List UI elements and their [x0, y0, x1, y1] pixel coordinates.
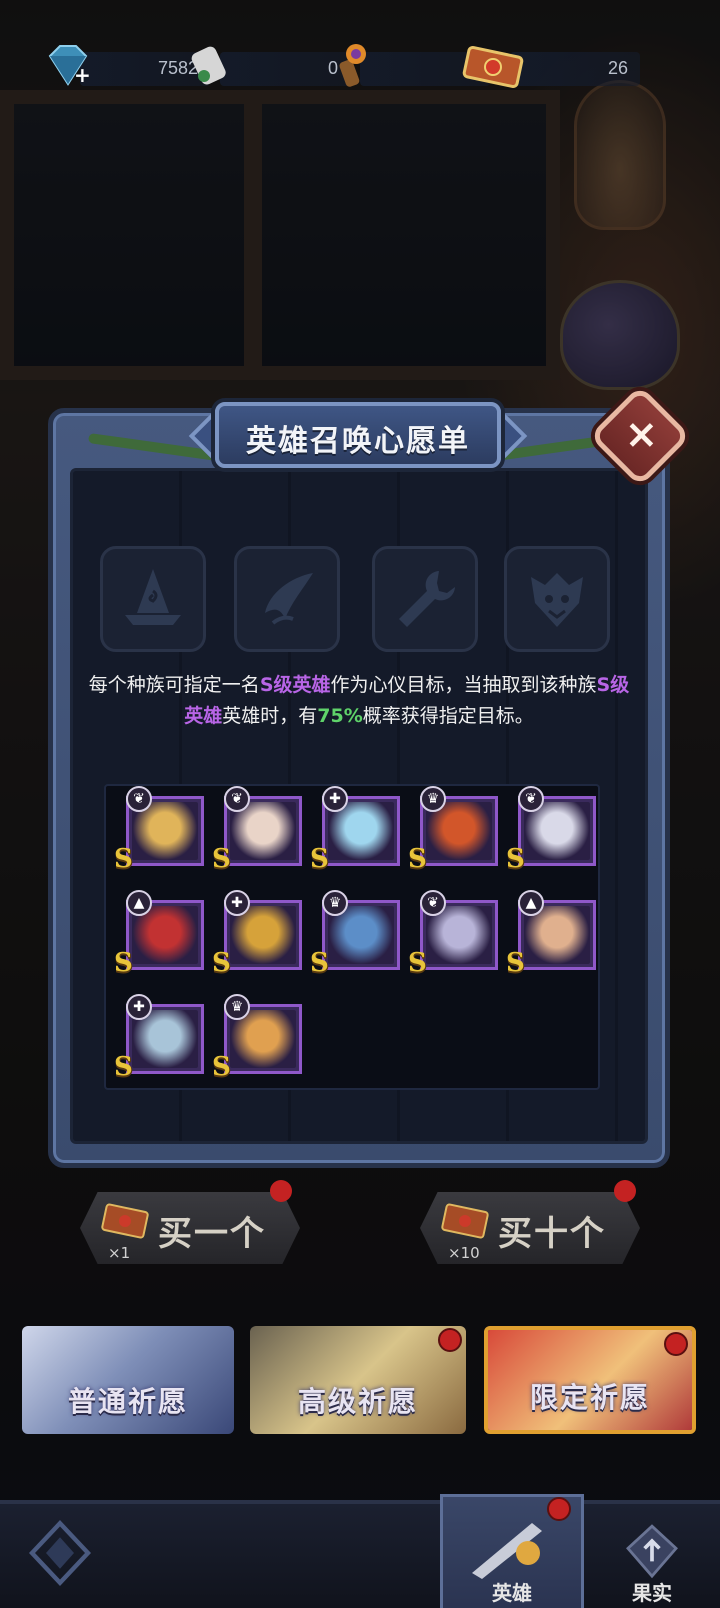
faction-tab-wing[interactable] [234, 546, 340, 652]
hero-rank-badge: S [114, 844, 133, 874]
desc-text-2: 作为心仪目标，当抽取到该种族 [330, 674, 597, 696]
notification-dot [547, 1497, 571, 1521]
ticket-icon [441, 1203, 489, 1239]
wrench-icon [399, 571, 455, 627]
panel-title: 英雄召唤心愿单 [246, 424, 470, 459]
hero-card[interactable]: ✚ S [310, 786, 400, 874]
hero-rank-badge: S [212, 948, 231, 978]
wing-race-icon: ❦ [224, 786, 250, 812]
torch-icon [339, 44, 366, 87]
notification-dot [270, 1180, 292, 1202]
nav-hero-label: 英雄 [492, 1581, 532, 1605]
wing-race-icon: ❦ [126, 786, 152, 812]
hero-card[interactable]: ▲ S [506, 890, 596, 978]
hero-card[interactable]: ❦ S [212, 786, 302, 874]
home-emblem-icon [28, 1520, 92, 1586]
hero-rank-badge: S [310, 844, 329, 874]
ticket-value: 26 [607, 58, 628, 78]
hero-card[interactable]: ❦ S [408, 890, 498, 978]
ticket-icon [462, 45, 524, 89]
hero-rank-badge: S [212, 844, 231, 874]
scroll-icon [191, 46, 226, 85]
notification-dot [438, 1328, 462, 1352]
beast-face-icon [531, 573, 583, 627]
faction-tabs [100, 546, 612, 654]
notification-dot [664, 1332, 688, 1356]
wizard-hat-icon [125, 569, 181, 625]
ticket-counter: 26 [510, 52, 640, 86]
wrench-race-icon: ✚ [322, 786, 348, 812]
mode-advanced-wish[interactable]: 高级祈愿 [250, 1326, 466, 1434]
buy-ten-button[interactable]: ×10 买十个 [420, 1180, 640, 1264]
title-plate: 英雄召唤心愿单 [188, 394, 528, 476]
beast-race-icon: ♛ [322, 890, 348, 916]
hero-sword-icon [472, 1523, 542, 1579]
hero-rank-badge: S [114, 948, 133, 978]
hero-rank-badge: S [408, 948, 427, 978]
wrench-race-icon: ✚ [224, 890, 250, 916]
svg-text:+: + [74, 63, 91, 87]
hero-card[interactable]: ♛ S [212, 994, 302, 1082]
faction-tab-beast[interactable] [504, 546, 610, 652]
mode-normal-label: 普通祈愿 [67, 1385, 188, 1418]
hero-card[interactable]: ❦ S [114, 786, 204, 874]
faction-tab-wizard[interactable] [100, 546, 206, 652]
hero-card[interactable]: ✚ S [212, 890, 302, 978]
wing-race-icon: ❦ [420, 890, 446, 916]
hero-card[interactable]: ✚ S [114, 994, 204, 1082]
desc-highlight-rate: 75% [317, 705, 363, 727]
desc-text-3: 英雄时，有 [222, 705, 318, 727]
nav-home[interactable] [20, 1504, 100, 1608]
buy-one-button[interactable]: ×1 买一个 [80, 1180, 300, 1264]
hero-rank-badge: S [506, 844, 525, 874]
hero-grid: ❦ S ❦ S ✚ S ♛ S ❦ S ▲ S ✚ S ♛ S ❦ S ▲ S ✚ S ♛ S [104, 784, 600, 1090]
hero-rank-badge: S [212, 1052, 231, 1082]
desc-text-1: 每个种族可指定一名 [88, 674, 260, 696]
desc-highlight-s-hero-1: S级英雄 [259, 674, 331, 696]
buy-one-count: ×1 [108, 1244, 131, 1262]
wing-race-icon: ❦ [518, 786, 544, 812]
diamond-icon: + [48, 45, 91, 87]
buy-one-label: 买一个 [158, 1214, 266, 1254]
mode-limited-label: 限定祈愿 [529, 1381, 650, 1414]
hero-card[interactable]: ♛ S [310, 890, 400, 978]
wishlist-panel: 英雄召唤心愿单 × 每个种族可指定一名S级英雄作为心仪目标，当抽取到该种族S级英… [48, 385, 691, 1168]
wishlist-description: 每个种族可指定一名S级英雄作为心仪目标，当抽取到该种族S级英雄英雄时，有75%概… [84, 670, 634, 732]
notification-dot [614, 1180, 636, 1202]
nav-hero[interactable]: 英雄 [440, 1494, 584, 1608]
nav-fruit[interactable]: 果实 [592, 1504, 712, 1608]
hero-rank-badge: S [310, 948, 329, 978]
close-icon: × [624, 411, 659, 458]
wizard-race-icon: ▲ [518, 890, 544, 916]
hero-rank-badge: S [114, 1052, 133, 1082]
hero-card[interactable]: ▲ S [114, 890, 204, 978]
ticket-icon [101, 1203, 149, 1239]
wrench-race-icon: ✚ [126, 994, 152, 1020]
mode-normal-wish[interactable]: 普通祈愿 [22, 1326, 234, 1434]
hero-rank-badge: S [506, 948, 525, 978]
mode-limited-wish[interactable]: 限定祈愿 [484, 1326, 696, 1434]
faction-tab-wrench[interactable] [372, 546, 478, 652]
desc-text-4: 概率获得指定目标。 [362, 705, 534, 727]
resource-bar: 7582 + 0 8 26 [40, 38, 640, 98]
mode-advanced-label: 高级祈愿 [297, 1385, 418, 1418]
bottom-nav: 英雄 果实 [0, 1494, 720, 1608]
wizard-race-icon: ▲ [126, 890, 152, 916]
wing-icon [265, 573, 313, 625]
hero-rank-badge: S [408, 844, 427, 874]
hero-card[interactable]: ♛ S [408, 786, 498, 874]
beast-race-icon: ♛ [420, 786, 446, 812]
buy-ten-label: 买十个 [498, 1214, 606, 1254]
nav-fruit-label: 果实 [632, 1581, 672, 1605]
buy-ten-count: ×10 [448, 1244, 480, 1262]
beast-race-icon: ♛ [224, 994, 250, 1020]
hero-card[interactable]: ❦ S [506, 786, 596, 874]
